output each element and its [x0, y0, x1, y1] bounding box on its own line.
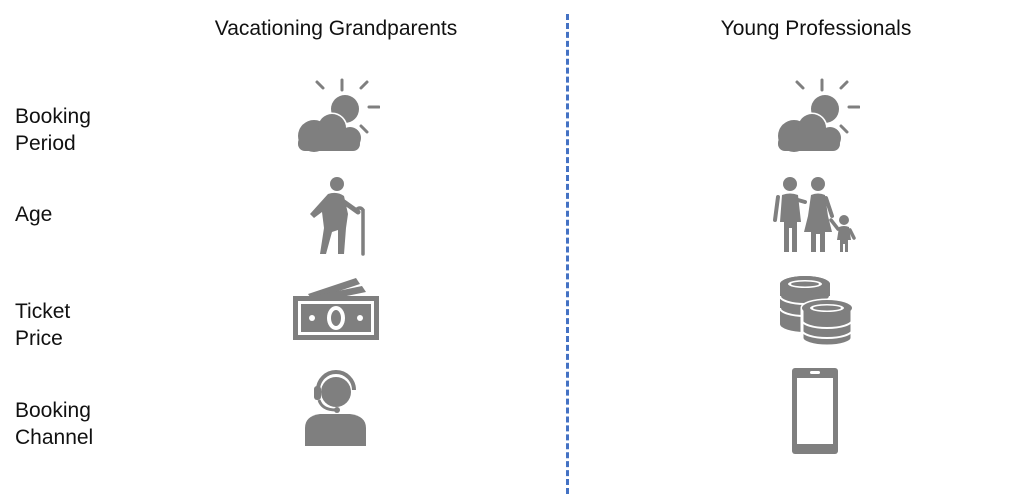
row-label-line: Ticket: [15, 300, 71, 323]
row-label-line: Channel: [15, 426, 94, 449]
coin-stacks-icon: [770, 272, 860, 362]
column-divider: [566, 14, 569, 494]
column-title-vacationing-grandparents: Vacationing Grandparents: [214, 17, 458, 40]
partly-sunny-icon: [770, 76, 860, 166]
cash-bills-icon: [290, 272, 380, 362]
family-icon: [770, 172, 860, 262]
row-label-line: Price: [15, 327, 63, 350]
call-center-agent-icon: [290, 366, 380, 456]
elderly-person-icon: [292, 172, 382, 262]
smartphone-icon: [770, 366, 860, 456]
row-label-line: Booking: [15, 399, 91, 422]
column-title-young-professionals: Young Professionals: [720, 17, 912, 40]
row-label-ticket-price: Ticket Price: [15, 298, 165, 352]
row-label-booking-period: Booking Period: [15, 103, 165, 157]
row-label-age: Age: [15, 201, 165, 228]
row-label-line: Booking: [15, 105, 91, 128]
row-label-line: Period: [15, 132, 76, 155]
row-label-line: Age: [15, 203, 53, 226]
row-label-booking-channel: Booking Channel: [15, 397, 165, 451]
partly-sunny-icon: [290, 76, 380, 166]
